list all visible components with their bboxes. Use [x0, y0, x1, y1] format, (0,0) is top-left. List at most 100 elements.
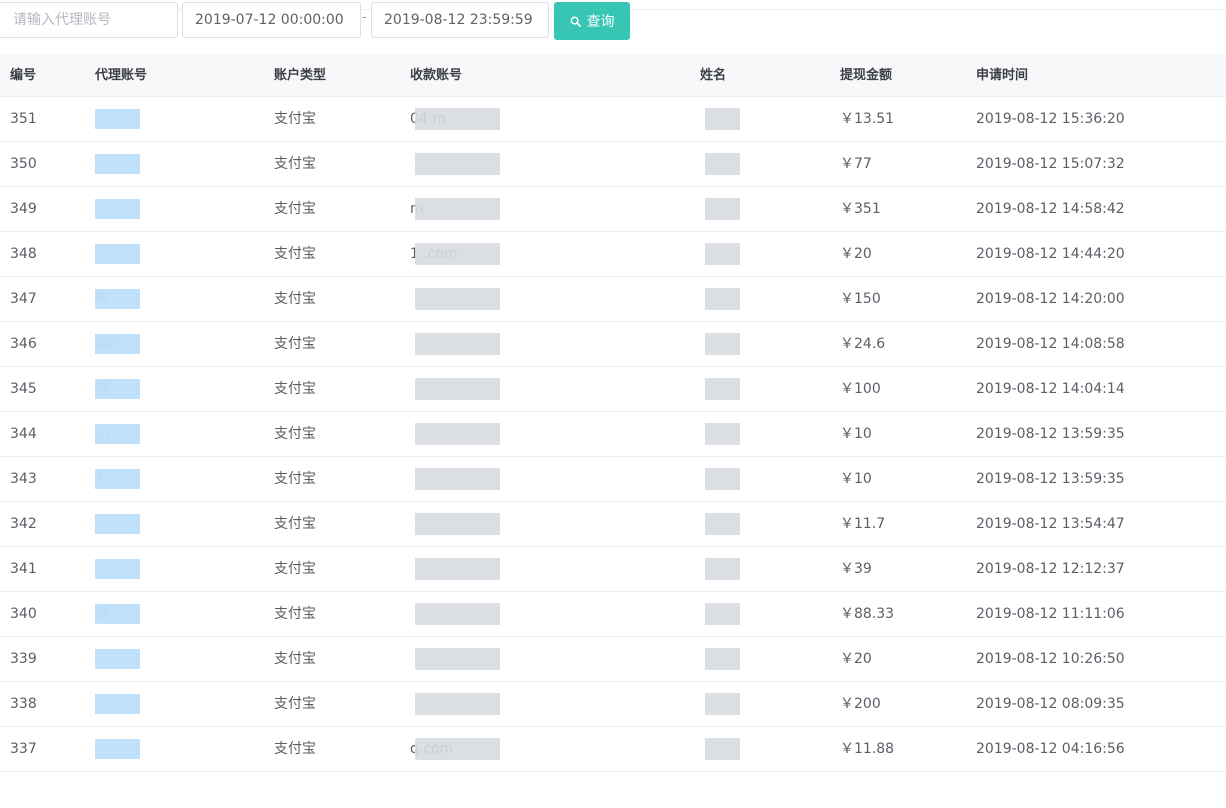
- table-row[interactable]: 349支付宝m￥3512019-08-12 14:58:42: [0, 187, 1226, 232]
- privacy-mask: [95, 469, 140, 489]
- date-start-input[interactable]: [182, 2, 361, 38]
- table-row[interactable]: 340雁支付宝￥88.332019-08-12 11:11:06: [0, 592, 1226, 637]
- row-account-type: 支付宝: [274, 741, 316, 757]
- header-amount: 提现金额: [840, 68, 893, 83]
- privacy-mask: [415, 198, 455, 220]
- row-amount: ￥10: [840, 426, 872, 442]
- privacy-mask: [705, 108, 740, 130]
- privacy-mask: [705, 153, 740, 175]
- privacy-mask: [705, 558, 740, 580]
- row-amount: ￥77: [840, 156, 872, 172]
- row-apply-time: 2019-08-12 14:20:00: [976, 291, 1125, 307]
- privacy-mask: [455, 513, 500, 535]
- row-id: 337: [10, 741, 37, 757]
- privacy-mask: [455, 333, 500, 355]
- privacy-mask: [705, 288, 740, 310]
- row-account-type: 支付宝: [274, 561, 316, 577]
- row-apply-time: 2019-08-12 04:16:56: [976, 741, 1125, 757]
- row-account-type: 支付宝: [274, 651, 316, 667]
- privacy-mask: [95, 244, 140, 264]
- date-end-input[interactable]: [371, 2, 549, 38]
- table-row[interactable]: 339 支付宝 ￥20 2019-08-12 10:26:50: [0, 637, 1226, 682]
- search-button[interactable]: 查询: [554, 2, 630, 40]
- table-row[interactable]: 351支付宝04 m￥13.512019-08-12 15:36:20: [0, 97, 1226, 142]
- privacy-mask: [455, 648, 500, 670]
- row-amount: ￥24.6: [840, 336, 886, 352]
- row-amount: ￥200: [840, 696, 881, 712]
- privacy-mask: [455, 423, 500, 445]
- privacy-mask: [415, 558, 455, 580]
- privacy-mask: [95, 289, 140, 309]
- table-row[interactable]: 347叶支付宝￥1502019-08-12 14:20:00: [0, 277, 1226, 322]
- date-range-separator: -: [362, 10, 367, 25]
- table-row[interactable]: 341 支付宝 ￥39 2019-08-12 12:12:37: [0, 547, 1226, 592]
- table-row[interactable]: 348支付宝1 .com￥202019-08-12 14:44:20: [0, 232, 1226, 277]
- row-id: 340: [10, 606, 37, 622]
- row-id: 339: [10, 651, 37, 667]
- row-account-type: 支付宝: [274, 201, 316, 217]
- privacy-mask: [705, 378, 740, 400]
- row-account-type: 支付宝: [274, 381, 316, 397]
- row-account-type: 支付宝: [274, 336, 316, 352]
- row-apply-time: 2019-08-12 15:07:32: [976, 156, 1125, 172]
- row-apply-time: 2019-08-12 13:54:47: [976, 516, 1125, 532]
- privacy-mask: [415, 288, 455, 310]
- row-amount: ￥88.33: [840, 606, 895, 622]
- row-account-type: 支付宝: [274, 111, 316, 127]
- privacy-mask: [415, 603, 455, 625]
- row-amount: ￥20: [840, 651, 872, 667]
- row-apply-time: 2019-08-12 11:11:06: [976, 606, 1125, 622]
- row-id: 345: [10, 381, 37, 397]
- privacy-mask: [455, 243, 500, 265]
- table-row[interactable]: 345情支付宝￥1002019-08-12 14:04:14: [0, 367, 1226, 412]
- row-apply-time: 2019-08-12 12:12:37: [976, 561, 1125, 577]
- privacy-mask: [705, 423, 740, 445]
- privacy-mask: [705, 333, 740, 355]
- privacy-mask: [705, 198, 740, 220]
- table-row[interactable]: 338 支付宝 ￥200 2019-08-12 08:09:35: [0, 682, 1226, 727]
- row-amount: ￥100: [840, 381, 881, 397]
- privacy-mask: [455, 693, 500, 715]
- table-row[interactable]: 342 支付宝 ￥11.7 2019-08-12 13:54:47: [0, 502, 1226, 547]
- table-row[interactable]: 346柳虎支付宝￥24.62019-08-12 14:08:58: [0, 322, 1226, 367]
- privacy-mask: [415, 468, 455, 490]
- privacy-mask: [95, 739, 140, 759]
- privacy-mask: [95, 109, 140, 129]
- agent-account-input[interactable]: [0, 2, 178, 38]
- search-button-label: 查询: [586, 14, 615, 30]
- privacy-mask: [455, 468, 500, 490]
- row-id: 346: [10, 336, 37, 352]
- privacy-mask: [705, 603, 740, 625]
- row-id: 341: [10, 561, 37, 577]
- privacy-mask: [95, 379, 140, 399]
- row-amount: ￥351: [840, 201, 881, 217]
- row-apply-time: 2019-08-12 13:59:35: [976, 471, 1125, 487]
- privacy-mask: [95, 424, 140, 444]
- privacy-mask: [705, 648, 740, 670]
- row-id: 348: [10, 246, 37, 262]
- privacy-mask: [705, 513, 740, 535]
- privacy-mask: [415, 693, 455, 715]
- row-id: 349: [10, 201, 37, 217]
- row-amount: ￥150: [840, 291, 881, 307]
- privacy-mask: [415, 243, 455, 265]
- privacy-mask: [415, 423, 455, 445]
- privacy-mask: [415, 108, 455, 130]
- row-id: 342: [10, 516, 37, 532]
- row-apply-time: 2019-08-12 13:59:35: [976, 426, 1125, 442]
- table-row[interactable]: 350 支付宝 ￥77 2019-08-12 15:07:32: [0, 142, 1226, 187]
- privacy-mask: [95, 154, 140, 174]
- row-apply-time: 2019-08-12 08:09:35: [976, 696, 1125, 712]
- privacy-mask: [415, 333, 455, 355]
- privacy-mask: [705, 693, 740, 715]
- privacy-mask: [455, 153, 500, 175]
- header-name: 姓名: [700, 68, 727, 83]
- row-apply-time: 2019-08-12 14:58:42: [976, 201, 1125, 217]
- search-icon: [570, 16, 581, 27]
- table-row[interactable]: 337支付宝q.com￥11.882019-08-12 04:16:56: [0, 727, 1226, 772]
- table-row[interactable]: 3437支付宝￥102019-08-12 13:59:35: [0, 457, 1226, 502]
- privacy-mask: [415, 738, 455, 760]
- table-body: 351支付宝04 m￥13.512019-08-12 15:36:20 350 支付…: [0, 97, 1226, 772]
- row-id: 350: [10, 156, 37, 172]
- table-row[interactable]: 34437支付宝￥102019-08-12 13:59:35: [0, 412, 1226, 457]
